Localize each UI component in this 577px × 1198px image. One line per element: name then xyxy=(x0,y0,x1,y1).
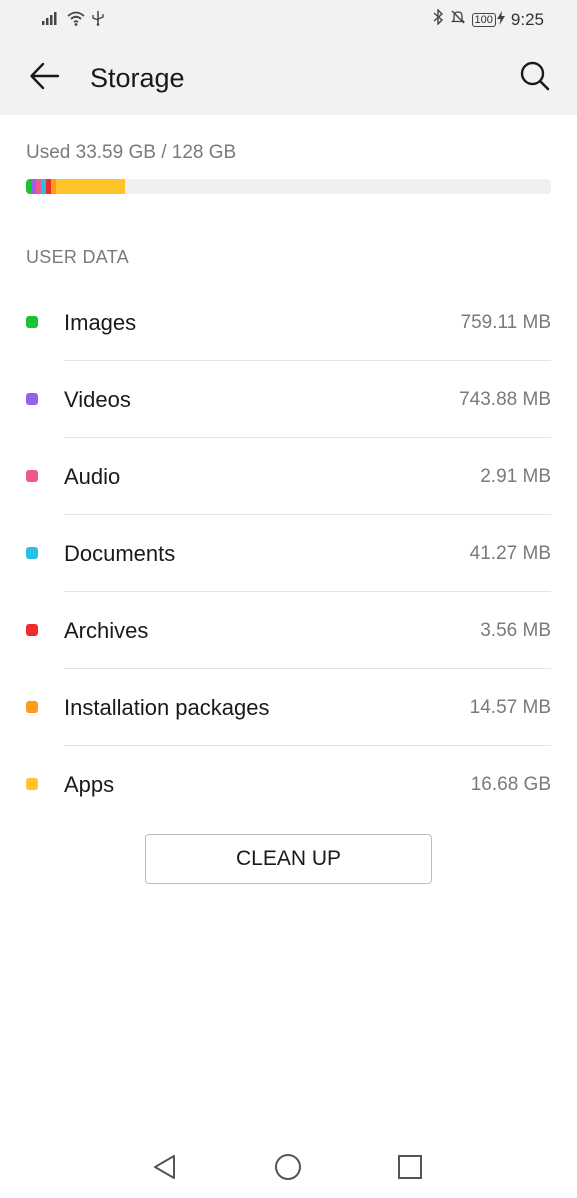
list-item-videos[interactable]: Videos 743.88 MB xyxy=(0,361,577,438)
category-label: Apps xyxy=(64,772,115,797)
nav-back-button[interactable] xyxy=(150,1154,180,1184)
list-item-images[interactable]: Images 759.11 MB xyxy=(0,284,577,361)
color-dot-icon xyxy=(26,624,38,636)
storage-usage-bar xyxy=(26,179,551,194)
category-size: 743.88 MB xyxy=(459,389,551,410)
category-size: 3.56 MB xyxy=(480,620,551,641)
search-button[interactable] xyxy=(515,58,555,98)
signal-icon xyxy=(42,10,60,31)
category-label: Videos xyxy=(64,387,131,412)
list-item-archives[interactable]: Archives 3.56 MB xyxy=(0,592,577,669)
status-bar: 100 9:25 xyxy=(0,0,577,38)
color-dot-icon xyxy=(26,547,38,559)
color-dot-icon xyxy=(26,316,38,328)
color-dot-icon xyxy=(26,470,38,482)
category-label: Images xyxy=(64,310,137,335)
color-dot-icon xyxy=(26,778,38,790)
section-header-user-data: USER DATA xyxy=(26,247,130,267)
list-item-audio[interactable]: Audio 2.91 MB xyxy=(0,438,577,515)
category-label: Installation packages xyxy=(64,695,270,720)
category-size: 14.57 MB xyxy=(469,697,551,718)
color-dot-icon xyxy=(26,701,38,713)
usb-icon xyxy=(92,10,104,31)
back-button[interactable] xyxy=(24,58,64,98)
user-data-list: Images 759.11 MB Videos 743.88 MB Audio … xyxy=(0,284,577,823)
mute-icon xyxy=(450,9,466,30)
list-item-documents[interactable]: Documents 41.27 MB xyxy=(0,515,577,592)
bluetooth-icon xyxy=(432,8,444,30)
color-dot-icon xyxy=(26,393,38,405)
category-label: Audio xyxy=(64,464,121,489)
storage-bar-segment-apps xyxy=(56,179,126,194)
charging-icon xyxy=(496,10,505,30)
app-bar: Storage xyxy=(0,38,577,115)
nav-back-icon xyxy=(151,1153,179,1186)
nav-recents-button[interactable] xyxy=(395,1154,425,1184)
status-time: 9:25 xyxy=(510,9,544,29)
page-title: Storage xyxy=(90,63,185,93)
wifi-icon xyxy=(66,10,86,31)
nav-recents-icon xyxy=(396,1153,424,1186)
category-size: 759.11 MB xyxy=(460,312,551,333)
nav-home-icon xyxy=(274,1153,302,1186)
list-item-apps[interactable]: Apps 16.68 GB xyxy=(0,746,577,823)
list-item-installation-packages[interactable]: Installation packages 14.57 MB xyxy=(0,669,577,746)
storage-used-text: Used 33.59 GB / 128 GB xyxy=(26,142,237,163)
status-left xyxy=(42,10,104,31)
category-label: Documents xyxy=(64,541,176,566)
back-arrow-icon xyxy=(28,60,60,97)
battery-icon: 100 xyxy=(471,10,505,30)
battery-level: 100 xyxy=(471,12,496,27)
nav-home-button[interactable] xyxy=(273,1153,303,1186)
clean-up-button[interactable]: CLEAN UP xyxy=(145,834,432,884)
category-size: 2.91 MB xyxy=(480,466,551,487)
search-icon xyxy=(519,60,551,97)
category-label: Archives xyxy=(64,618,149,643)
status-right: 100 9:25 xyxy=(432,8,544,30)
category-size: 41.27 MB xyxy=(469,543,551,564)
navigation-bar xyxy=(0,1140,577,1198)
category-size: 16.68 GB xyxy=(470,774,551,795)
